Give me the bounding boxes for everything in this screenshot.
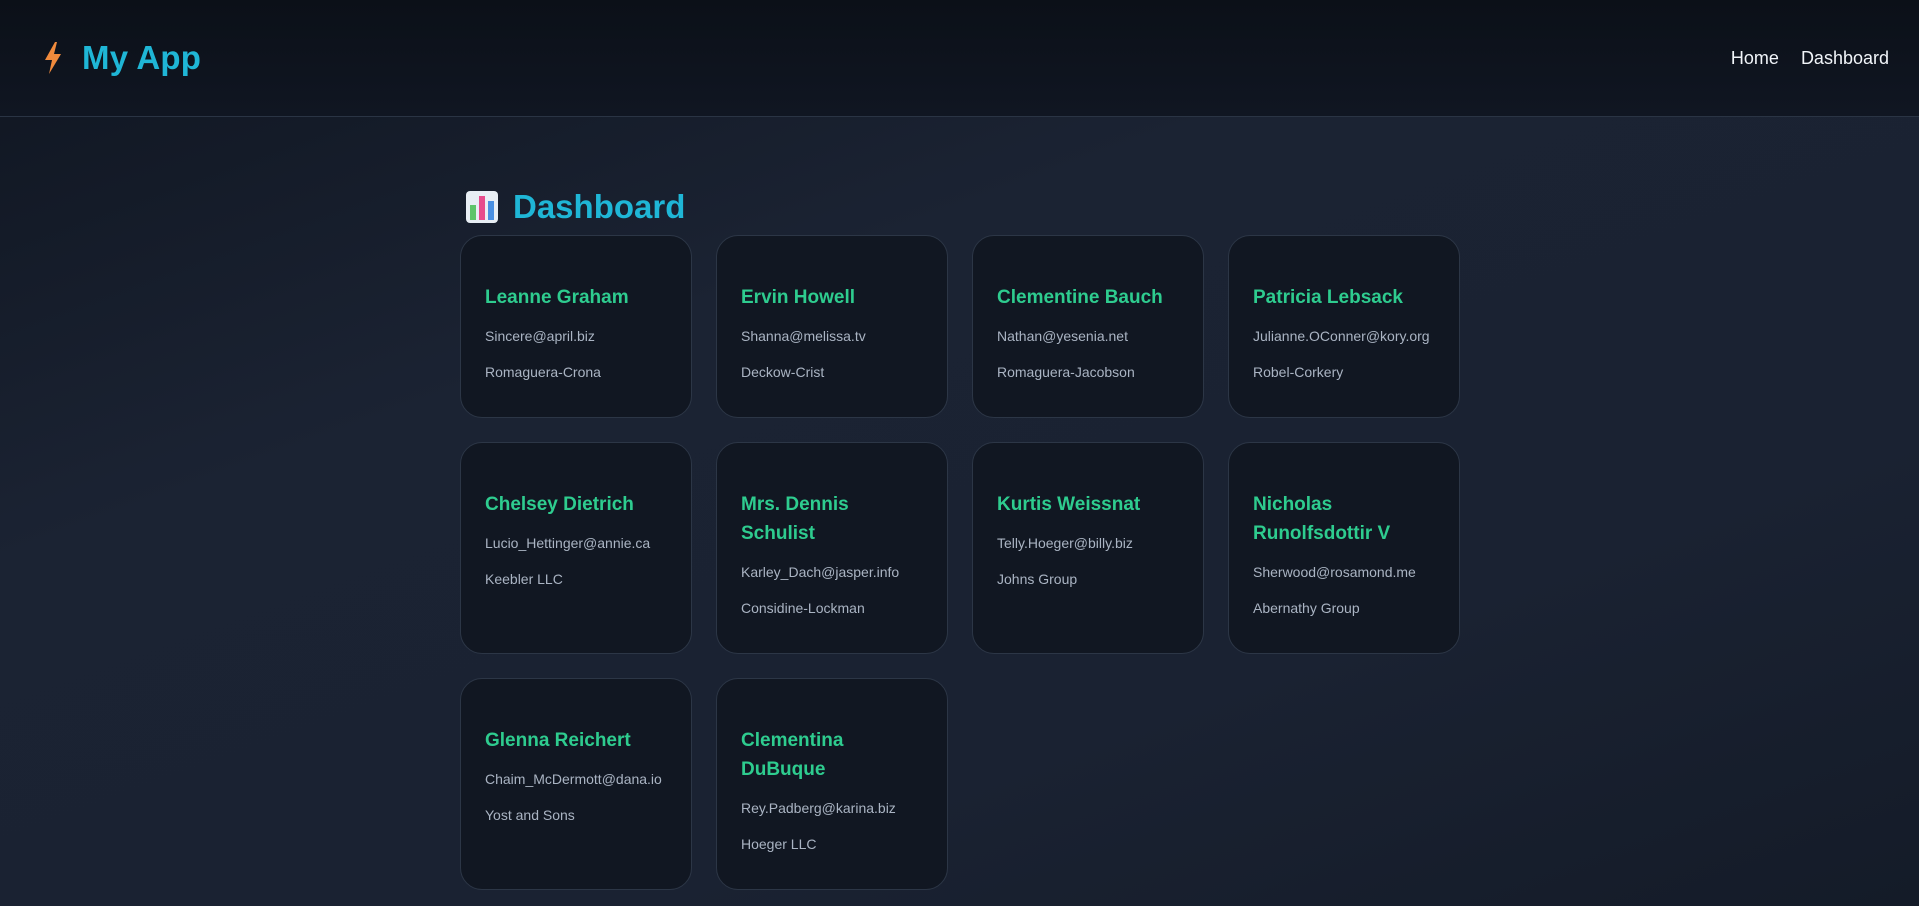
user-card[interactable]: Patricia Lebsack Julianne.OConner@kory.o… <box>1228 235 1460 418</box>
user-email: Julianne.OConner@kory.org <box>1253 328 1430 344</box>
page-heading: Dashboard <box>460 181 1460 233</box>
nav-link-home[interactable]: Home <box>1731 48 1779 69</box>
user-card[interactable]: Chelsey Dietrich Lucio_Hettinger@annie.c… <box>460 442 692 654</box>
user-company: Robel-Corkery <box>1253 364 1344 380</box>
user-card[interactable]: Clementina DuBuque Rey.Padberg@karina.bi… <box>716 678 948 890</box>
user-card[interactable]: Glenna Reichert Chaim_McDermott@dana.io … <box>460 678 692 890</box>
user-email: Rey.Padberg@karina.biz <box>741 800 896 816</box>
user-email: Sherwood@rosamond.me <box>1253 564 1416 580</box>
user-email: Telly.Hoeger@billy.biz <box>997 535 1133 551</box>
user-name: Leanne Graham <box>485 287 629 308</box>
user-card[interactable]: Kurtis Weissnat Telly.Hoeger@billy.biz J… <box>972 442 1204 654</box>
user-name: Chelsey Dietrich <box>485 494 634 515</box>
brand[interactable]: My App <box>40 39 201 77</box>
user-company: Yost and Sons <box>485 807 575 823</box>
user-company: Romaguera-Crona <box>485 364 601 380</box>
user-name: Kurtis Weissnat <box>997 494 1141 515</box>
user-name: Clementina DuBuque <box>741 730 844 780</box>
nav-link-dashboard[interactable]: Dashboard <box>1801 48 1889 69</box>
user-email: Chaim_McDermott@dana.io <box>485 771 662 787</box>
user-company: Considine-Lockman <box>741 600 865 616</box>
user-email: Lucio_Hettinger@annie.ca <box>485 535 651 551</box>
top-navbar: My App Home Dashboard <box>0 0 1919 117</box>
dashboard-main: Dashboard Leanne Graham Sincere@april.bi… <box>460 117 1460 890</box>
user-card[interactable]: Ervin Howell Shanna@melissa.tv Deckow-Cr… <box>716 235 948 418</box>
user-card-grid: Leanne Graham Sincere@april.biz Romaguer… <box>460 235 1460 890</box>
user-card[interactable]: Nicholas Runolfsdottir V Sherwood@rosamo… <box>1228 442 1460 654</box>
app-title: My App <box>82 39 202 76</box>
user-email: Shanna@melissa.tv <box>741 328 866 344</box>
user-email: Sincere@april.biz <box>485 328 595 344</box>
user-email: Karley_Dach@jasper.info <box>741 564 900 580</box>
user-card[interactable]: Mrs. Dennis Schulist Karley_Dach@jasper.… <box>716 442 948 654</box>
user-company: Keebler LLC <box>485 571 563 587</box>
main-nav: Home Dashboard <box>1731 48 1889 69</box>
user-name: Clementine Bauch <box>997 287 1163 308</box>
lightning-bolt-icon <box>40 40 66 76</box>
user-name: Nicholas Runolfsdottir V <box>1253 494 1391 544</box>
user-company: Romaguera-Jacobson <box>997 364 1135 380</box>
user-company: Deckow-Crist <box>741 364 825 380</box>
bar-chart-icon <box>465 190 499 224</box>
user-email: Nathan@yesenia.net <box>997 328 1128 344</box>
user-company: Hoeger LLC <box>741 836 817 852</box>
user-card[interactable]: Leanne Graham Sincere@april.biz Romaguer… <box>460 235 692 418</box>
user-company: Abernathy Group <box>1253 600 1360 616</box>
user-name: Mrs. Dennis Schulist <box>741 494 849 544</box>
user-name: Ervin Howell <box>741 287 856 308</box>
user-card[interactable]: Clementine Bauch Nathan@yesenia.net Roma… <box>972 235 1204 418</box>
user-name: Glenna Reichert <box>485 730 631 751</box>
page-title: Dashboard <box>513 188 686 225</box>
user-company: Johns Group <box>997 571 1078 587</box>
user-name: Patricia Lebsack <box>1253 287 1403 308</box>
